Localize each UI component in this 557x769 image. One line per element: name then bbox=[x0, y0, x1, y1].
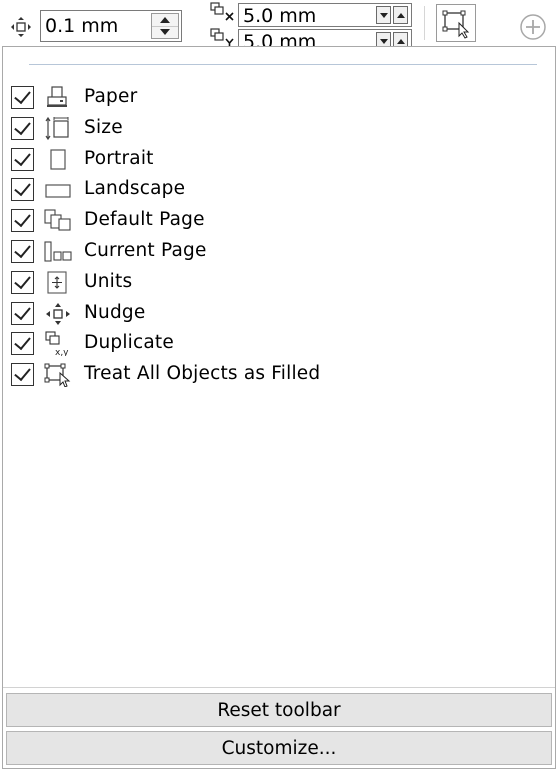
toolbar-customize-menu: Paper Size Portrait Landscape Default Pa… bbox=[2, 46, 556, 769]
nudge-distance-field[interactable]: 0.1 mm bbox=[40, 10, 182, 42]
menu-item-current-page[interactable]: Current Page bbox=[3, 236, 555, 267]
spin-down-button[interactable] bbox=[152, 26, 178, 38]
duplicate-y-icon bbox=[210, 28, 236, 48]
customize-button[interactable]: Customize... bbox=[6, 731, 552, 765]
menu-item-duplicate[interactable]: x,y Duplicate bbox=[3, 328, 555, 359]
checkbox-checked[interactable] bbox=[11, 86, 34, 109]
menu-item-label: Landscape bbox=[84, 178, 186, 200]
menu-item-treat-all-objects-as-filled[interactable]: Treat All Objects as Filled bbox=[3, 359, 555, 390]
treat-filled-icon bbox=[442, 10, 470, 39]
page-size-icon bbox=[43, 116, 73, 141]
treat-filled-icon bbox=[43, 362, 73, 388]
checkbox-checked[interactable] bbox=[11, 301, 34, 325]
menu-footer-divider bbox=[3, 687, 555, 688]
menu-item-units[interactable]: Units bbox=[3, 267, 555, 298]
printer-icon bbox=[43, 85, 73, 110]
arrow-down-icon bbox=[379, 12, 388, 18]
menu-item-portrait[interactable]: Portrait bbox=[3, 144, 555, 175]
menu-item-label: Portrait bbox=[84, 147, 154, 169]
add-toolbar-item-icon[interactable] bbox=[518, 12, 548, 42]
duplicate-x-field[interactable]: 5.0 mm bbox=[238, 3, 412, 27]
menu-item-list: Paper Size Portrait Landscape Default Pa… bbox=[3, 82, 555, 390]
toolbar-separator bbox=[424, 6, 425, 40]
menu-item-label: Paper bbox=[84, 86, 138, 107]
checkbox-checked[interactable] bbox=[11, 363, 34, 387]
arrow-down-icon bbox=[379, 38, 388, 44]
nudge-distance-value[interactable]: 0.1 mm bbox=[45, 15, 118, 37]
portrait-icon bbox=[43, 147, 73, 172]
arrow-up-icon bbox=[396, 12, 405, 18]
treat-all-objects-as-filled-button[interactable] bbox=[436, 4, 476, 42]
menu-item-landscape[interactable]: Landscape bbox=[3, 174, 555, 205]
duplicate-x-decrease-button[interactable] bbox=[376, 6, 391, 24]
menu-item-size[interactable]: Size bbox=[3, 113, 555, 144]
menu-item-label: Treat All Objects as Filled bbox=[84, 363, 321, 385]
arrow-up-icon bbox=[160, 17, 170, 23]
duplicate-x-icon bbox=[210, 2, 236, 22]
checkbox-checked[interactable] bbox=[11, 147, 34, 171]
duplicate-x-increase-button[interactable] bbox=[393, 6, 408, 24]
menu-item-label: Nudge bbox=[84, 301, 146, 323]
checkbox-checked[interactable] bbox=[11, 332, 34, 356]
checkbox-checked[interactable] bbox=[11, 270, 34, 294]
menu-search-divider bbox=[29, 64, 537, 65]
checkbox-checked[interactable] bbox=[11, 116, 34, 140]
nudge-icon bbox=[10, 16, 32, 38]
arrow-up-icon bbox=[396, 38, 405, 44]
checkbox-checked[interactable] bbox=[11, 178, 34, 202]
landscape-icon bbox=[43, 177, 73, 202]
menu-item-label: Duplicate bbox=[84, 332, 174, 354]
default-page-icon bbox=[43, 208, 73, 233]
menu-item-nudge[interactable]: Nudge bbox=[3, 298, 555, 329]
reset-toolbar-button[interactable]: Reset toolbar bbox=[6, 693, 552, 727]
nudge-spinner[interactable] bbox=[151, 13, 179, 39]
checkbox-checked[interactable] bbox=[11, 239, 34, 263]
nudge-icon bbox=[43, 301, 73, 326]
units-icon bbox=[43, 270, 73, 295]
checkbox-checked[interactable] bbox=[11, 209, 34, 233]
menu-item-label: Current Page bbox=[84, 239, 207, 261]
menu-item-paper[interactable]: Paper bbox=[3, 82, 555, 113]
menu-item-label: Units bbox=[84, 270, 133, 292]
menu-item-label: Size bbox=[84, 116, 123, 138]
current-page-icon bbox=[43, 239, 73, 264]
svg-text:x,y: x,y bbox=[55, 348, 69, 356]
arrow-down-icon bbox=[160, 29, 170, 35]
menu-item-label: Default Page bbox=[84, 209, 205, 231]
duplicate-icon: x,y bbox=[43, 331, 73, 358]
menu-item-default-page[interactable]: Default Page bbox=[3, 205, 555, 236]
property-toolbar: 0.1 mm 5.0 mm 5.0 mm bbox=[0, 0, 557, 53]
duplicate-x-value[interactable]: 5.0 mm bbox=[243, 5, 316, 27]
